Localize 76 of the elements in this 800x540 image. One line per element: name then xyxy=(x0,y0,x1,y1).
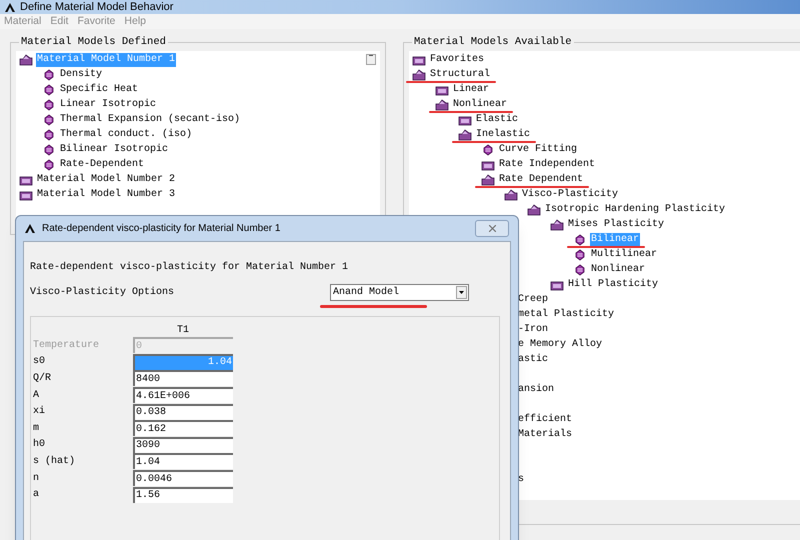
tree-item[interactable]: Nonlinear xyxy=(452,98,508,112)
tree-item[interactable]: Thermal Expansion (secant-iso) xyxy=(59,113,242,128)
tree-item[interactable]: Materials xyxy=(518,428,572,442)
tree-item[interactable]: Elastic xyxy=(475,113,520,128)
scroll-button[interactable] xyxy=(366,54,376,65)
diamond-icon xyxy=(44,159,54,172)
dialog-heading: Rate-dependent visco-plasticity for Material Number 1 xyxy=(30,260,350,274)
caret-icon xyxy=(459,290,464,294)
diamond-icon xyxy=(44,84,54,96)
tree-item[interactable]: Material Model Number 2 xyxy=(36,173,176,188)
diamond-icon xyxy=(44,144,54,156)
value-field[interactable]: 8400 xyxy=(133,370,233,386)
tree-item[interactable]: Material Model Number 3 xyxy=(36,188,176,202)
diamond-icon xyxy=(44,69,54,82)
tree-item[interactable]: Visco-Plasticity xyxy=(521,188,620,202)
diamond-icon xyxy=(575,264,585,276)
tree-item[interactable]: Structural xyxy=(429,68,492,82)
row-label: s (hat) xyxy=(33,454,76,469)
tree-item[interactable]: Linear xyxy=(452,83,490,98)
option-label: Visco-Plasticity Options xyxy=(30,286,176,300)
dropdown-arrow-button[interactable] xyxy=(456,286,467,298)
tree-item[interactable]: Bilinear Isotropic xyxy=(59,143,170,158)
tree-item[interactable]: Linear Isotropic xyxy=(59,98,158,112)
tree-item[interactable]: -Iron xyxy=(518,323,548,338)
app-logo-icon xyxy=(24,223,36,234)
window-title: Define Material Model Behavior xyxy=(20,1,174,13)
tree-item[interactable]: Hill Plasticity xyxy=(567,278,660,292)
diamond-icon xyxy=(44,99,54,112)
tree-item[interactable]: Thermal conduct. (iso) xyxy=(59,128,194,142)
tree-item[interactable]: Curve Fitting xyxy=(498,143,578,158)
diamond-icon xyxy=(483,144,493,156)
row-label: Q/R xyxy=(33,372,52,386)
tree-item[interactable]: Favorites xyxy=(429,53,486,68)
diamond-icon xyxy=(575,249,585,262)
row-label: n xyxy=(33,472,40,486)
tree-item[interactable]: efficient xyxy=(518,413,572,428)
row-label: s0 xyxy=(33,355,46,370)
close-button[interactable] xyxy=(475,220,509,237)
value-field[interactable]: 0.038 xyxy=(133,404,233,420)
value-field[interactable]: 0.162 xyxy=(133,420,233,436)
tree-item[interactable]: astic xyxy=(518,353,548,368)
value-field[interactable]: 1.04 xyxy=(133,453,233,470)
tree-item[interactable]: Rate Dependent xyxy=(498,173,584,188)
diamond-icon xyxy=(44,114,54,126)
group-title: Material Models Available xyxy=(413,35,573,50)
tree-item[interactable]: Density xyxy=(59,68,104,82)
options-dropdown[interactable]: Anand Model xyxy=(330,284,469,300)
tree-item[interactable]: metal Plasticity xyxy=(518,308,614,322)
close-icon xyxy=(488,225,496,232)
tree-item[interactable]: Multilinear xyxy=(590,248,658,262)
group-title: Material Models Defined xyxy=(20,35,167,50)
row-label: h0 xyxy=(33,438,46,452)
tree-item[interactable]: Mises Plasticity xyxy=(567,218,666,232)
tree-item[interactable]: Creep xyxy=(518,293,548,308)
tree-item[interactable]: Rate-Dependent xyxy=(59,158,146,172)
tree-item[interactable]: Rate Independent xyxy=(498,158,596,172)
row-label: a xyxy=(33,488,40,502)
tree-item[interactable]: ansion xyxy=(518,383,554,398)
value-field[interactable]: 1.56 xyxy=(133,486,233,503)
diamond-icon xyxy=(575,234,585,246)
row-label: xi xyxy=(33,404,46,420)
tree-item[interactable]: Specific Heat xyxy=(59,83,140,98)
row-label: Temperature xyxy=(33,338,100,353)
diamond-icon xyxy=(44,129,54,142)
tree-item[interactable]: Nonlinear xyxy=(590,263,646,278)
row-label: A xyxy=(33,388,40,403)
row-label: m xyxy=(33,422,40,436)
dialog-title: Rate-dependent visco-plasticity for Material Number 1 xyxy=(42,222,280,236)
column-header: T1 xyxy=(176,324,190,337)
tree-item[interactable]: s xyxy=(518,473,524,488)
value-field[interactable]: 4.61E+006 xyxy=(133,387,233,404)
tree-item[interactable]: Isotropic Hardening Plasticity xyxy=(544,203,726,218)
dash-icon xyxy=(369,54,373,56)
tree-item[interactable]: Inelastic xyxy=(475,128,532,142)
value-field[interactable]: 0.0046 xyxy=(133,470,233,486)
value-field[interactable]: 3090 xyxy=(133,436,233,453)
